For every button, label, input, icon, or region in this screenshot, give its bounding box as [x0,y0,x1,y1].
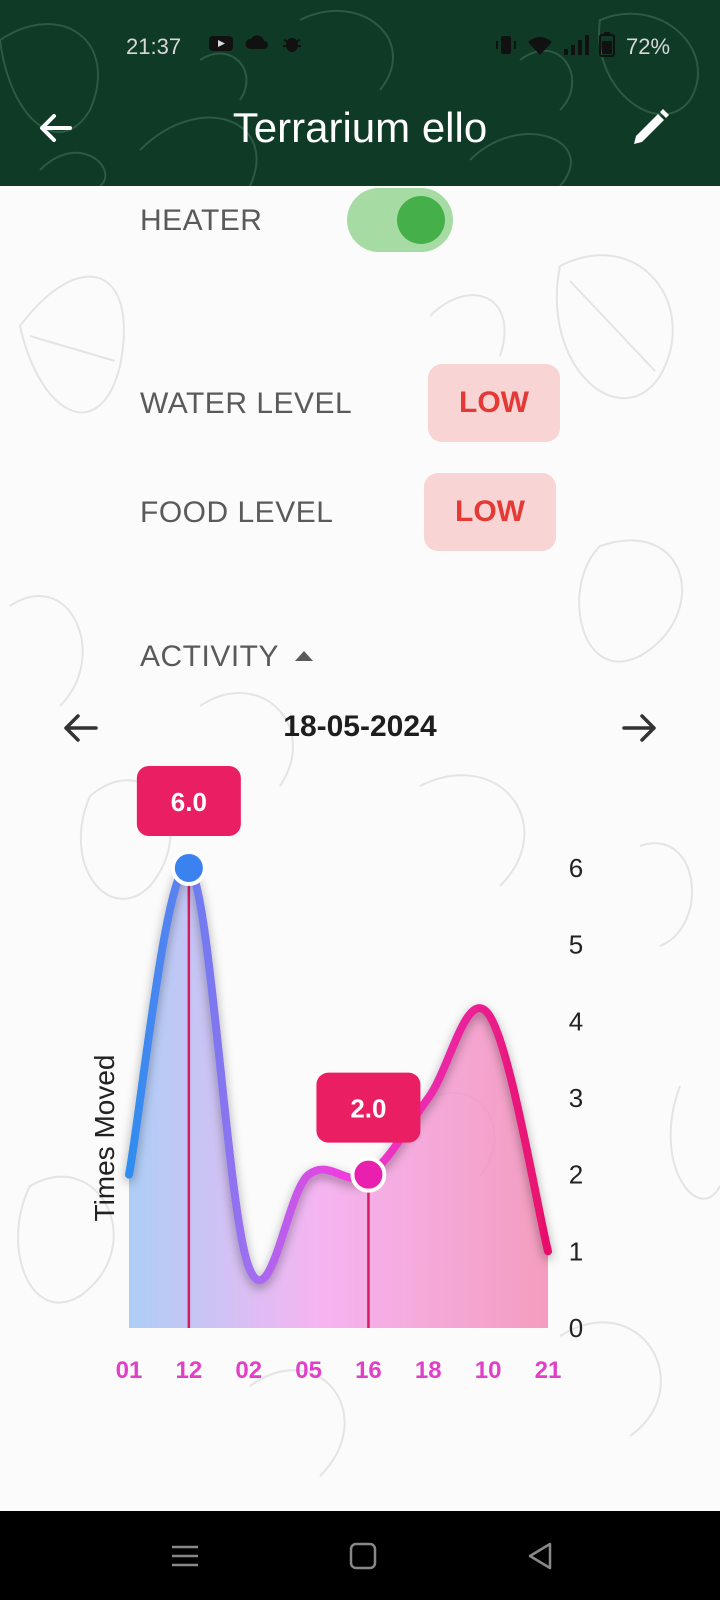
youtube-icon [209,36,233,51]
activity-chart: 6.02.0 0123456 01 12 02 05 16 18 10 21 Times Mo… [89,766,583,1380]
activity-date: 18-05-2024 [283,710,437,743]
x-tick-label: 05 [295,1357,322,1380]
heater-label: HEATER [140,204,263,237]
bug-icon [283,38,301,52]
heater-toggle-knob [397,196,445,244]
x-tick-label: 18 [415,1357,442,1380]
status-system-icons [494,32,616,58]
vibrate-icon [496,36,516,54]
y-axis-label: Times Moved [89,1054,120,1221]
y-tick-label: 6 [569,853,583,883]
menu-icon [172,1545,198,1567]
battery-percent: 72% [626,34,671,59]
back-triangle-icon [528,1542,552,1570]
water-level-label: WATER LEVEL [140,387,353,420]
status-time: 21:37 [126,34,182,59]
next-date-button[interactable] [618,706,662,750]
heater-toggle[interactable] [347,188,453,252]
x-tick-label: 02 [235,1357,262,1380]
activity-section-toggle[interactable]: ACTIVITY [140,640,279,674]
status-bar: 21:37 72% [0,28,720,64]
x-tick-label: 21 [535,1357,562,1380]
y-tick-label: 1 [569,1236,583,1266]
home-button[interactable] [346,1539,380,1573]
tooltip-value: 6.0 [171,787,207,817]
system-navigation-bar [0,1511,720,1600]
caret-up-icon[interactable] [293,648,315,662]
signal-icon [564,35,589,55]
pencil-icon [634,109,669,144]
food-level-label: FOOD LEVEL [140,496,334,529]
highlighted-data-point[interactable] [350,1156,387,1193]
arrow-right-icon [622,714,656,742]
page-title: Terrarium ello [232,104,488,151]
tooltip-value: 2.0 [350,1094,386,1124]
water-level-status-badge: LOW [428,364,560,442]
x-tick-label: 16 [355,1357,382,1380]
wifi-icon [528,37,552,55]
y-tick-label: 3 [569,1083,583,1113]
x-tick-label: 12 [176,1357,203,1380]
app-header: 21:37 72% Terrarium ello [0,0,720,186]
x-tick-label: 01 [116,1357,143,1380]
y-tick-label: 0 [569,1313,583,1343]
highlighted-data-point[interactable] [170,850,207,886]
y-tick-label: 5 [569,930,583,960]
edit-button[interactable] [628,106,672,150]
home-icon [349,1542,377,1570]
cloud-icon [245,35,268,49]
food-level-status-badge: LOW [424,473,556,551]
y-tick-label: 2 [569,1160,583,1190]
system-back-button[interactable] [524,1539,558,1573]
battery-icon [599,32,615,57]
status-notification-icons [208,32,304,54]
y-tick-label: 4 [569,1006,583,1036]
x-tick-label: 10 [475,1357,502,1380]
recent-apps-button[interactable] [168,1539,202,1573]
